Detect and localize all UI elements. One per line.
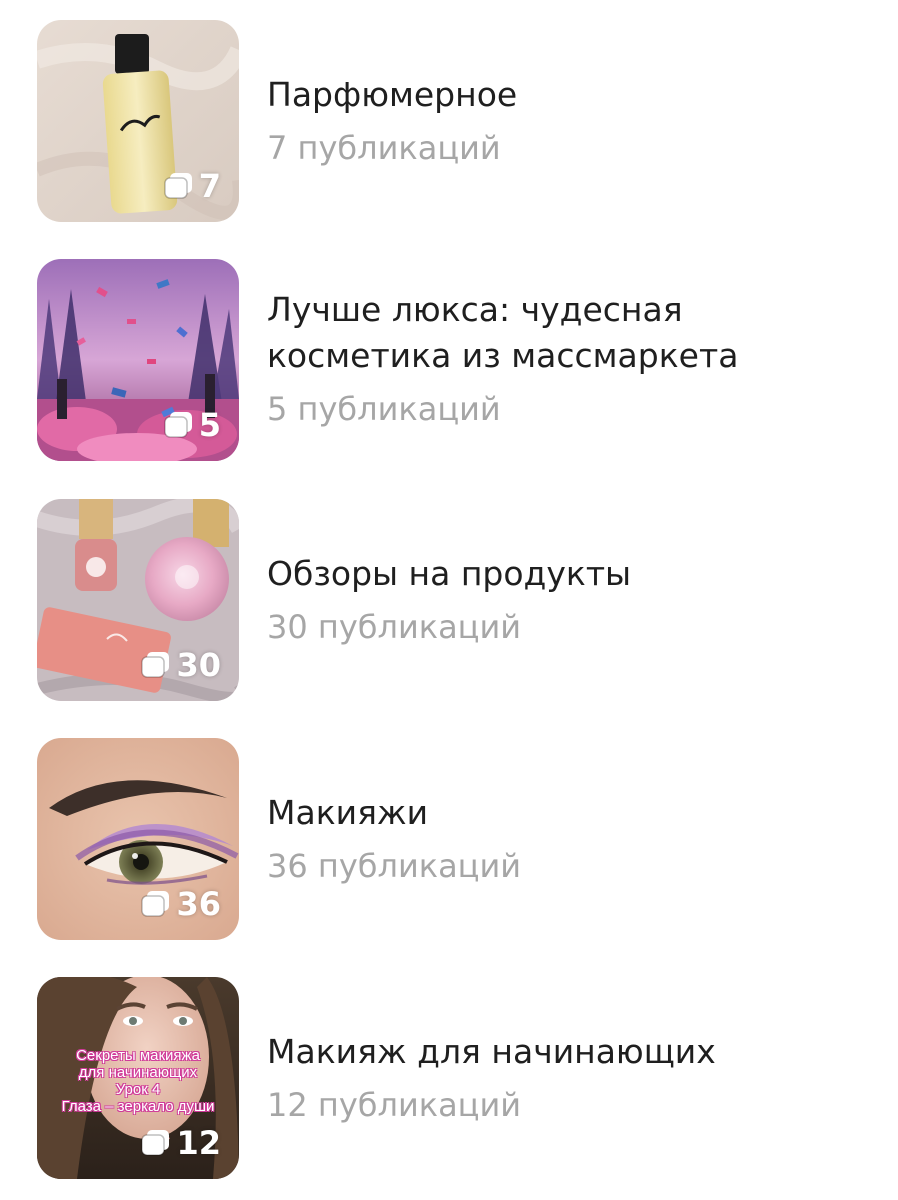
collection-post-count: 12 публикаций [267,1086,522,1124]
stack-icon [141,1130,170,1156]
collection-item-beginners[interactable]: Секреты макияжа для начинающих Урок 4 Гл… [37,977,877,1179]
collection-title[interactable]: Лучше люкса: чудесная косметика из массм… [267,287,867,379]
stack-icon [163,412,192,438]
collection-item-reviews[interactable]: 30 Обзоры на продукты 30 публикаций [37,499,877,701]
caption-line: Секреты макияжа [76,1047,200,1064]
stack-icon [141,652,170,678]
collection-title[interactable]: Макияжи [267,790,867,836]
publication-count-badge: 5 [163,409,221,441]
collection-title[interactable]: Обзоры на продукты [267,551,867,597]
publication-count: 12 [176,1124,221,1162]
collection-thumbnail[interactable]: 36 [37,738,239,940]
stack-icon [163,173,192,199]
collection-title[interactable]: Парфюмерное [267,72,867,118]
collection-title[interactable]: Макияж для начинающих [267,1029,867,1075]
publication-count-badge: 36 [140,888,221,920]
caption-line: Глаза – зеркало души [61,1098,215,1115]
collection-thumbnail[interactable]: 30 [37,499,239,701]
collection-post-count: 30 публикаций [267,608,522,646]
thumbnail-caption: Секреты макияжа для начинающих Урок 4 Гл… [37,1047,239,1115]
publication-count: 30 [176,646,221,684]
caption-line: для начинающих [78,1064,198,1081]
publication-count-badge: 30 [140,649,221,681]
collection-item-perfume[interactable]: 7 Парфюмерное 7 публикаций [37,20,877,222]
publication-count: 5 [198,406,221,444]
collection-item-makeups[interactable]: 36 Макияжи 36 публикаций [37,738,877,940]
collection-thumbnail[interactable]: 5 [37,259,239,461]
collection-post-count: 36 публикаций [267,847,522,885]
collection-post-count: 5 публикаций [267,390,501,428]
publication-count-badge: 12 [140,1127,221,1159]
collection-item-massmarket[interactable]: 5 Лучше люкса: чудесная косметика из мас… [37,259,877,461]
publication-count-badge: 7 [163,170,221,202]
publication-count: 36 [176,885,221,923]
publication-count: 7 [198,167,221,205]
collection-thumbnail[interactable]: 7 [37,20,239,222]
collection-post-count: 7 публикаций [267,129,501,167]
collection-thumbnail[interactable]: Секреты макияжа для начинающих Урок 4 Гл… [37,977,239,1179]
caption-line: Урок 4 [115,1081,161,1098]
stack-icon [141,891,170,917]
